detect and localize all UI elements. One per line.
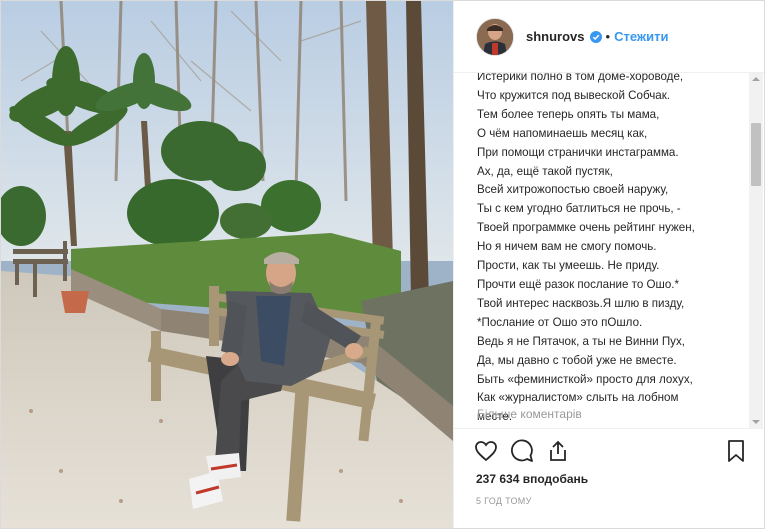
post-header: shnurovs • Стежити [454, 1, 764, 73]
avatar[interactable] [476, 17, 514, 56]
post-timestamp: 5 ГОД ТОМУ [476, 496, 532, 506]
caption-line: Твоей программке очень рейтинг нужен, [477, 221, 695, 235]
scroll-up-arrow-icon[interactable] [752, 77, 760, 81]
follow-button[interactable]: Стежити [614, 29, 668, 44]
bookmark-icon[interactable] [724, 439, 748, 463]
scrollbar-thumb[interactable] [751, 123, 761, 186]
scroll-down-arrow-icon[interactable] [752, 420, 760, 424]
scrollbar[interactable] [749, 73, 763, 428]
caption-line: Да, мы давно с тобой уже не вместе. [477, 353, 677, 367]
caption-line: При помощи странички инстаграмма. [477, 145, 679, 159]
verified-badge-icon [589, 30, 602, 43]
caption-line: Прости, как ты умеешь. Не приду. [477, 259, 660, 273]
caption-line: О чём напоминаешь месяц как, [477, 126, 648, 140]
more-comments-link[interactable]: Більше коментарів [477, 407, 582, 421]
caption-line: Ты с кем угодно батлиться не прочь, - [477, 202, 681, 216]
heart-icon[interactable] [474, 439, 498, 463]
likes-count[interactable]: 237 634 вподобань [476, 472, 588, 486]
action-icons-row [454, 429, 763, 471]
post-actions: 237 634 вподобань 5 ГОД ТОМУ [454, 428, 763, 506]
avatar-image [477, 18, 513, 55]
post-side-panel: shnurovs • Стежити Истерики полно в том … [453, 1, 764, 528]
comment-icon[interactable] [510, 439, 534, 463]
caption-text: Истерики полно в том доме-хороводе, Что к… [477, 73, 739, 427]
username[interactable]: shnurovs [526, 29, 585, 44]
caption-line: Тем более теперь опять ты мама, [477, 107, 660, 121]
caption-line: Как «журналистом» слыть на лобном [477, 391, 679, 405]
separator-dot: • [605, 29, 611, 44]
caption-line: Быть «феминисткой» просто для лохух, [477, 372, 693, 386]
caption-line: Всей хитрожопостью своей наружу, [477, 183, 669, 197]
post-photo[interactable] [1, 1, 453, 528]
caption-line: Прочти ещё разок послание то Ошо.* [477, 277, 680, 291]
caption-line: *Послание от Ошо это пОшло. [477, 315, 643, 329]
share-icon[interactable] [546, 439, 570, 463]
caption-scroll-area[interactable]: Истерики полно в том доме-хороводе, Что к… [454, 73, 763, 428]
caption-line: Истерики полно в том доме-хороводе, [477, 73, 684, 83]
photo-illustration [1, 1, 453, 528]
instagram-post-window: shnurovs • Стежити Истерики полно в том … [0, 0, 765, 529]
caption-line: Ведь я не Пятачок, а ты не Винни Пух, [477, 334, 685, 348]
caption-line: Ах, да, ещё такой пустяк, [477, 164, 613, 178]
caption-line: Что кружится под вывеской Собчак. [477, 88, 671, 102]
caption-line: Но я ничем вам не смогу помочь. [477, 240, 657, 254]
caption-line: Твой интерес насквозь.Я шлю в пизду, [477, 296, 685, 310]
